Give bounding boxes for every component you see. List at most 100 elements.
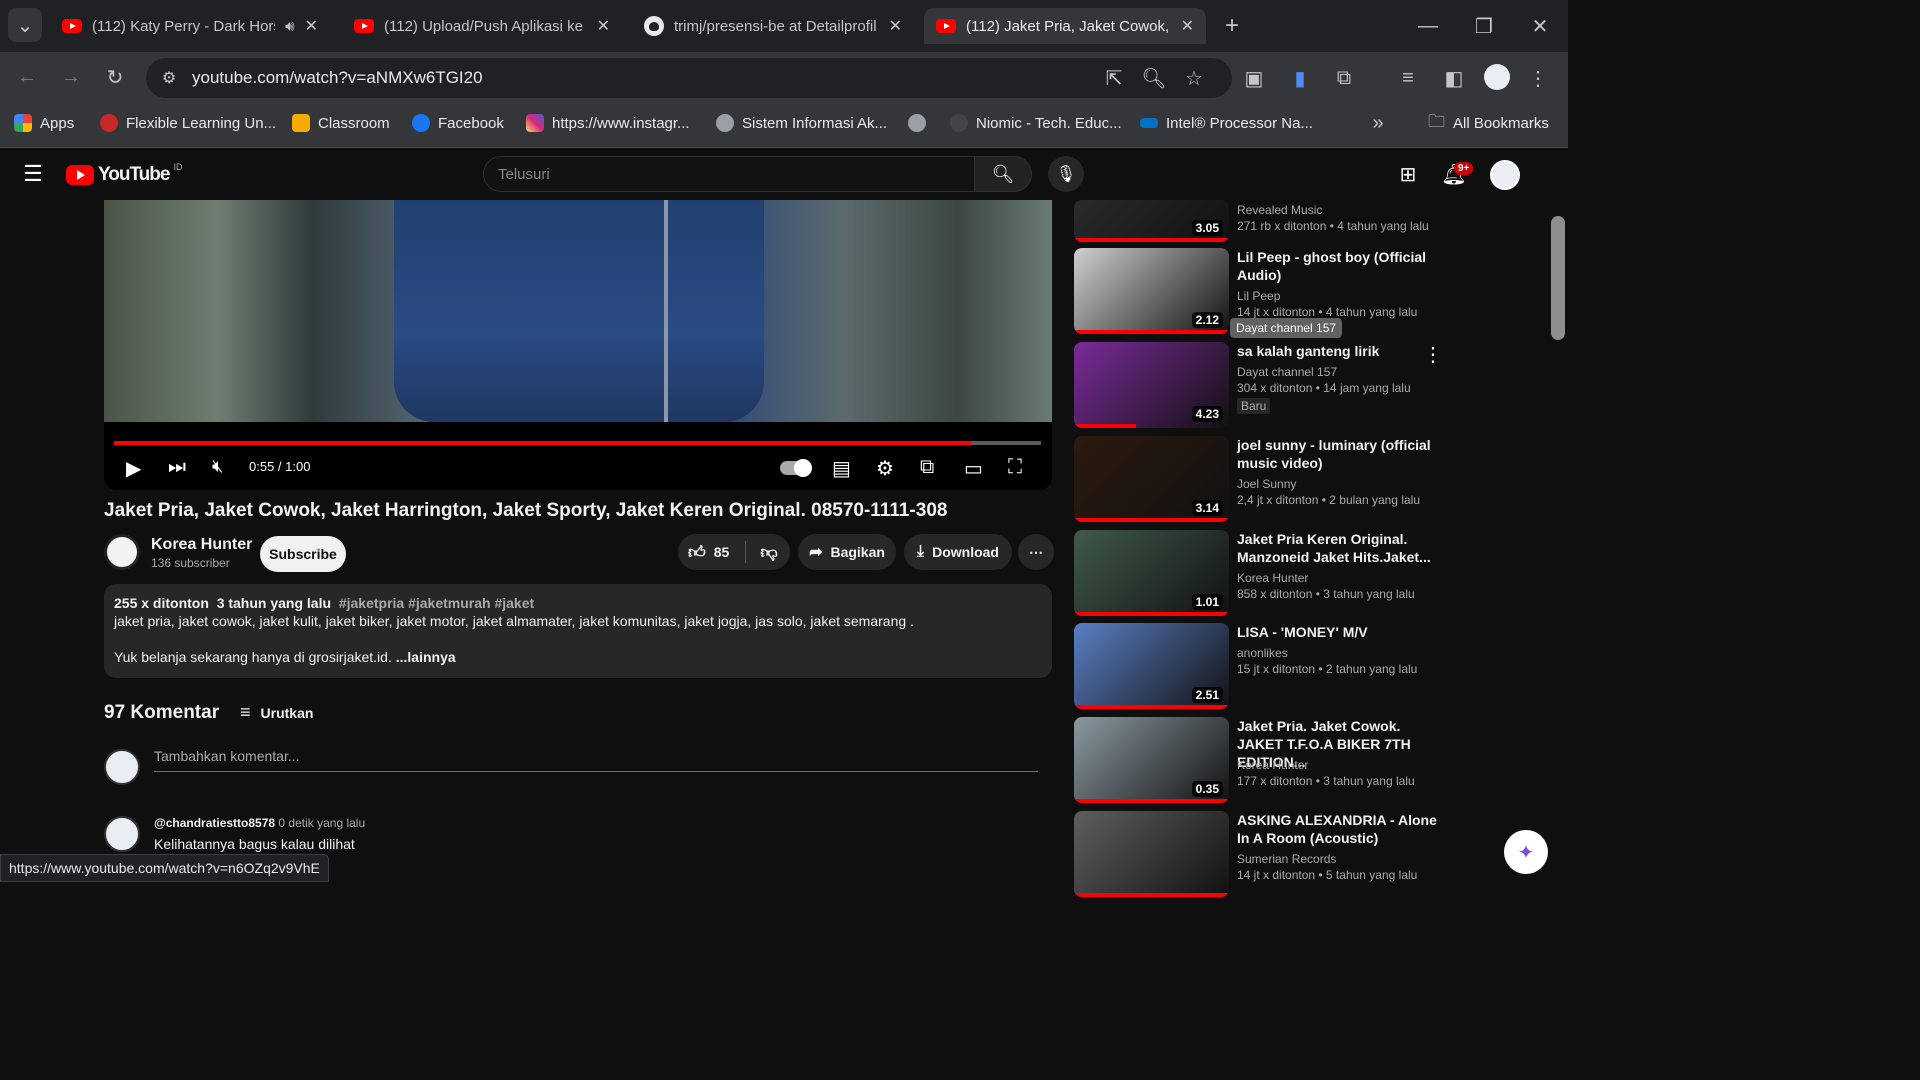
media-controls-icon[interactable]: ≡ (1394, 64, 1422, 92)
theater-mode-icon[interactable]: ▭ (964, 456, 983, 481)
video-thumbnail[interactable]: 1.01 (1074, 530, 1229, 616)
related-video-title[interactable]: sa kalah ganteng lirik (1237, 342, 1437, 360)
forward-button[interactable]: → (56, 62, 86, 92)
autoplay-toggle[interactable] (780, 458, 812, 481)
new-tab-button[interactable]: + (1216, 10, 1248, 42)
related-video-title[interactable]: joel sunny - luminary (official music vi… (1237, 436, 1437, 472)
video-thumbnail[interactable]: 3.05 (1074, 200, 1229, 242)
all-bookmarks[interactable]: 🗀 All Bookmarks (1428, 112, 1549, 134)
zoom-icon[interactable]: 🔍︎ (1140, 64, 1168, 92)
video-thumbnail[interactable]: 2.51 (1074, 623, 1229, 709)
related-video-card[interactable]: 3.05 Revealed Music 271 rb x ditonton • 4 … (1074, 156, 1474, 242)
related-video-channel[interactable]: Korea Hunter (1237, 570, 1308, 586)
channel-name[interactable]: Korea Hunter (151, 536, 252, 554)
minimize-button[interactable]: — (1412, 10, 1444, 42)
related-video-card[interactable]: 4.23 sa kalah ganteng lirik Dayat channel … (1074, 342, 1474, 428)
like-button[interactable]: 👍︎ 85 (688, 542, 729, 563)
progress-bar[interactable] (114, 441, 1041, 445)
add-comment-input[interactable]: Tambahkan komentar... (154, 748, 1038, 772)
video-thumbnail[interactable]: 3.14 (1074, 436, 1229, 522)
related-video-card[interactable]: 1.01 Jaket Pria Keren Original. Manzoneid… (1074, 530, 1474, 616)
download-button[interactable]: ⤓ Download (904, 534, 1012, 570)
comment-time[interactable]: 0 detik yang lalu (278, 816, 365, 830)
more-actions-button[interactable]: ⋯ (1018, 534, 1054, 570)
bookmark-star-icon[interactable]: ☆ (1180, 64, 1208, 92)
tab-github[interactable]: trimj/presensi-be at Detailprofil ✕ (632, 8, 914, 44)
tab-upload-push[interactable]: (112) Upload/Push Aplikasi ke G ✕ (342, 8, 622, 44)
sort-comments-button[interactable]: ≡ Urutkan (240, 702, 313, 723)
bookmark-sistem-informasi[interactable]: Sistem Informasi Ak... (716, 112, 887, 134)
video-thumbnail[interactable]: 4.23 (1074, 342, 1229, 428)
scrollbar-thumb[interactable] (1551, 216, 1565, 340)
bookmark-classroom[interactable]: Classroom (292, 112, 390, 134)
share-button[interactable]: ➦ Bagikan (798, 534, 896, 570)
url-text[interactable]: youtube.com/watch?v=aNMXw6TGI20 (192, 68, 483, 88)
address-bar[interactable]: youtube.com/watch?v=aNMXw6TGI20 (146, 58, 1232, 98)
site-info-icon[interactable]: ⚙ (156, 66, 182, 90)
related-video-title[interactable]: Lil Peep - ghost boy (Official Audio) (1237, 248, 1437, 284)
side-panel-icon[interactable]: ◧ (1440, 64, 1468, 92)
bookmark-globe[interactable] (908, 112, 926, 134)
related-video-title[interactable]: ASKING ALEXANDRIA - Alone In A Room (Aco… (1237, 811, 1437, 847)
assistant-floating-button[interactable]: ✦ (1504, 830, 1548, 874)
close-tab-icon[interactable]: ✕ (1181, 16, 1194, 36)
related-video-channel[interactable]: Sumerian Records (1237, 851, 1336, 867)
description-box[interactable]: 255 x ditonton 3 tahun yang lalu #jaketp… (104, 584, 1052, 678)
related-video-channel[interactable]: Joel Sunny (1237, 476, 1296, 492)
close-tab-icon[interactable]: ✕ (305, 16, 318, 36)
chrome-menu-icon[interactable]: ⋮ (1526, 64, 1550, 92)
bookmark-flexible-learning[interactable]: Flexible Learning Un... (100, 112, 276, 134)
video-frame[interactable] (104, 200, 1052, 422)
hashtags[interactable]: #jaketpria #jaketmurah #jaket (339, 595, 534, 611)
subtitles-icon[interactable]: ▤ (832, 456, 851, 481)
related-video-channel[interactable]: anonlikes (1237, 645, 1288, 661)
comment-author[interactable]: @chandratiestto8578 (154, 816, 275, 830)
youtube-logo[interactable]: YouTube ID (66, 162, 182, 186)
mute-button[interactable]: 🔇︎ (212, 456, 223, 477)
cast-icon[interactable]: ▣ (1240, 64, 1268, 92)
video-thumbnail[interactable]: 2.12 (1074, 248, 1229, 334)
tab-jaket-pria-active[interactable]: (112) Jaket Pria, Jaket Cowok, Ja ✕ (924, 8, 1206, 44)
related-video-title[interactable]: Jaket Pria Keren Original. Manzoneid Jak… (1237, 530, 1437, 566)
tab-search-button[interactable]: ⌄ (8, 8, 42, 42)
page-scrollbar[interactable] (1548, 148, 1568, 882)
bookmark-instagram[interactable]: https://www.instagr... (526, 112, 690, 134)
related-video-card[interactable]: 2.51 LISA - 'MONEY' M/V anonlikes 15 jt x d… (1074, 623, 1474, 709)
account-avatar[interactable] (1490, 160, 1520, 190)
related-video-channel[interactable]: Korea Hunter (1237, 757, 1308, 773)
bookmark-intel[interactable]: Intel® Processor Na... (1140, 112, 1313, 134)
more-bookmarks-icon[interactable]: » (1366, 112, 1390, 134)
bookmark-niomic[interactable]: Niomic - Tech. Educ... (950, 112, 1122, 134)
video-thumbnail[interactable]: 0.35 (1074, 717, 1229, 803)
video-player[interactable]: ▶ ⏭︎ 🔇︎ 0:55 / 1:00 ▤ ⚙ ⧉ ▭ ⛶ (104, 200, 1052, 490)
restore-button[interactable]: ❐ (1468, 10, 1500, 42)
related-video-title[interactable]: LISA - 'MONEY' M/V (1237, 623, 1437, 641)
bookmark-facebook[interactable]: Facebook (412, 112, 504, 134)
extension-docs-icon[interactable]: ▮ (1286, 64, 1314, 92)
related-video-channel[interactable]: Dayat channel 157 (1237, 364, 1337, 380)
settings-gear-icon[interactable]: ⚙ (876, 456, 894, 481)
open-in-app-icon[interactable]: ⇱ (1100, 64, 1128, 92)
next-button[interactable]: ⏭︎ (168, 456, 186, 479)
search-button[interactable]: 🔍︎ (974, 156, 1032, 192)
dislike-button[interactable]: 👎︎ (754, 542, 777, 563)
search-input[interactable]: Telusuri (483, 156, 975, 192)
hamburger-menu-icon[interactable]: ☰ (20, 161, 46, 186)
close-window-button[interactable]: ✕ (1524, 10, 1556, 42)
related-video-card[interactable]: 3.14 joel sunny - luminary (official musi… (1074, 436, 1474, 522)
related-video-card[interactable]: ASKING ALEXANDRIA - Alone In A Room (Aco… (1074, 811, 1474, 897)
reload-button[interactable]: ↻ (100, 62, 130, 92)
fullscreen-icon[interactable]: ⛶ (1008, 456, 1022, 479)
profile-avatar[interactable] (1484, 64, 1510, 90)
close-tab-icon[interactable]: ✕ (597, 16, 610, 36)
close-tab-icon[interactable]: ✕ (889, 16, 902, 36)
miniplayer-icon[interactable]: ⧉ (920, 456, 934, 479)
tab-katy-perry[interactable]: (112) Katy Perry - Dark Hors 🔊︎ ✕ (50, 8, 330, 44)
channel-avatar[interactable] (104, 534, 140, 570)
show-more-link[interactable]: ...lainnya (396, 649, 456, 665)
back-button[interactable]: ← (12, 62, 42, 92)
speaker-icon[interactable]: 🔊︎ (285, 18, 294, 35)
bookmark-apps[interactable]: Apps (14, 112, 74, 134)
video-menu-icon[interactable]: ⋮ (1423, 344, 1443, 366)
video-thumbnail[interactable] (1074, 811, 1229, 897)
